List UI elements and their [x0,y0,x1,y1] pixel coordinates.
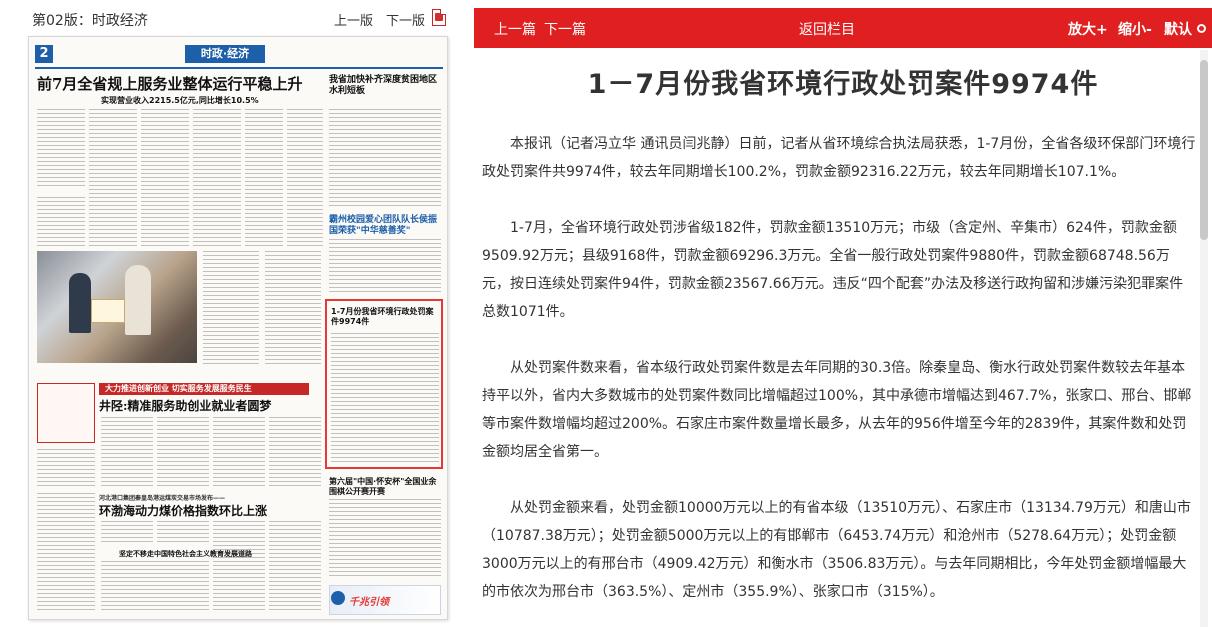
right-headline-3: 第六届"中国·怀安杯"全国业余围棋公开赛开赛 [329,477,437,496]
pdf-icon[interactable] [432,9,446,26]
newspaper-page-image: 2 时政·经济 前7月全省规上服务业整体运行平稳上升 实现营业收入2215.5亿… [28,36,448,620]
text-column [37,109,85,189]
prev-article-button[interactable]: 上一篇 [494,19,536,39]
edition-bar: 第02版：时政经济 上一版 下一版 [28,8,448,30]
text-column [331,333,439,463]
section-banner: 时政·经济 [185,45,265,63]
right-headline-2: 霸州校园爱心团队队长侯振国荣获"中华慈善奖" [329,215,438,236]
back-to-column-button[interactable]: 返回栏目 [799,19,855,39]
edition-title: 第02版：时政经济 [32,13,148,29]
text-column [213,417,265,489]
page-number: 2 [35,45,53,63]
default-size-button[interactable]: 默认 [1164,19,1192,39]
text-column [101,561,209,613]
text-column [101,521,153,545]
article-body: 本报讯（记者冯立华 通讯员闫兆静）日前，记者从省环境综合执法局获悉，1-7月份，… [482,130,1196,627]
reset-circle-icon[interactable] [1197,24,1206,33]
ad-text: 千兆引领 [349,597,389,608]
photo-figure [125,265,151,335]
second-headline: 井陉:精准服务助创业就业者圆梦 [99,399,272,413]
zoom-out-button[interactable]: 缩小- [1118,19,1152,39]
text-column [245,109,283,247]
text-column [329,109,441,209]
lead-headline: 前7月全省规上服务业整体运行平稳上升 [37,75,303,93]
header-rule [35,67,443,69]
right-headline-1: 我省加快补齐深度贫困地区水利短板 [329,75,438,96]
article-paragraph: 从处罚案件数来看，省本级行政处罚案件数是去年同期的30.3倍。除秦皇岛、衡水行政… [482,360,1192,460]
text-column [213,521,265,613]
next-page-link[interactable]: 下一版 [386,10,425,29]
third-kicker: 河北港口集团秦皇岛港运煤炭交易市场发布—— [99,495,226,502]
text-column [89,109,137,247]
article-paragraph: 1-7月，全省环境行政处罚涉省级182件，罚款金额13510万元；市级（含定州、… [482,220,1184,320]
newspaper-panel: 第02版：时政经济 上一版 下一版 2 时政·经济 前7月全省规上服务业整体运行… [0,0,455,627]
next-article-button[interactable]: 下一篇 [544,19,586,39]
text-column [265,251,321,367]
text-column [141,109,189,247]
prev-page-link[interactable]: 上一版 [334,10,373,29]
lead-subheadline: 实现营业收入2215.5亿元,同比增长10.5% [101,96,259,105]
text-column [329,239,441,293]
fourth-headline: 坚定不移走中国特色社会主义教育发展道路 [119,550,252,558]
text-column [269,521,321,613]
article-panel: 上一篇 下一篇 返回栏目 放大+ 缩小- 默认 1－7月份我省环境行政处罚案件9… [474,0,1212,627]
highlighted-headline: 1-7月份我省环境行政处罚案件9974件 [331,307,434,326]
text-column [269,417,321,489]
photo-document [91,299,125,323]
text-column [37,493,95,613]
text-column [37,197,85,247]
text-column [329,499,441,579]
quote-box [37,383,95,443]
text-column [157,521,209,545]
zoom-in-button[interactable]: 放大+ [1068,19,1108,39]
article-paragraph: 本报讯（记者冯立华 通讯员闫兆静）日前，记者从省环境综合执法局获悉，1-7月份，… [482,136,1196,180]
red-banner: 大力推进创新创业 切实服务发展服务民生 [99,383,309,395]
text-column [37,449,95,489]
text-column [101,417,153,489]
photo-figure [69,273,91,333]
telecom-logo-icon [331,591,345,605]
scrollbar-thumb[interactable] [1200,60,1208,240]
article-title: 1－7月份我省环境行政处罚案件9974件 [587,69,1099,100]
paper-header: 2 时政·经济 [35,45,443,67]
text-column [193,109,241,247]
article-paragraph: 从处罚金额来看，处罚金额10000万元以上的有省本级（13510万元）、石家庄市… [482,500,1191,600]
text-column [157,417,209,489]
text-column [203,251,259,367]
text-column [287,109,323,247]
article-toolbar: 上一篇 下一篇 返回栏目 放大+ 缩小- 默认 [474,8,1212,48]
third-headline: 环渤海动力煤价格指数环比上涨 [99,504,268,518]
